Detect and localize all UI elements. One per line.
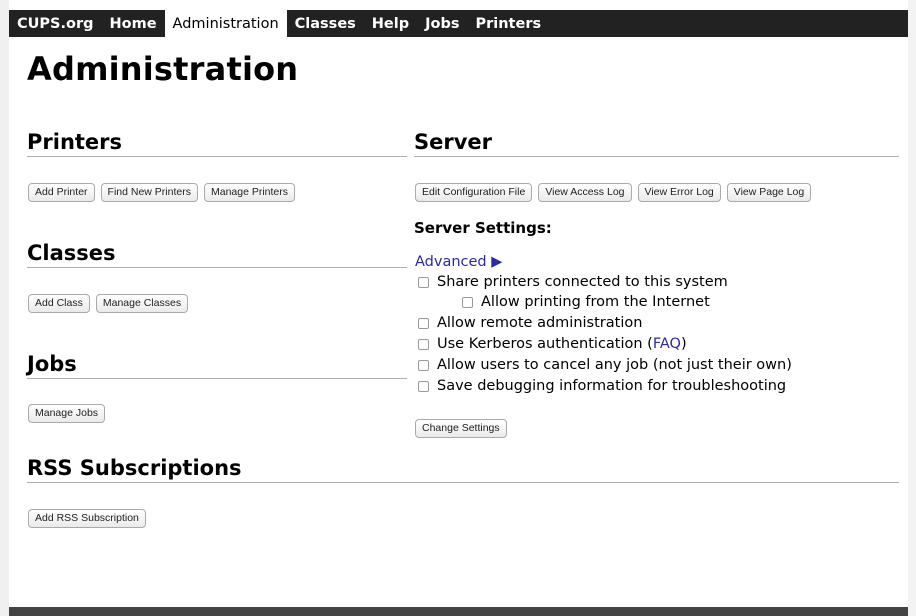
page-title: Administration xyxy=(27,50,299,88)
allow-internet-printing-checkbox[interactable] xyxy=(462,296,473,308)
change-settings-button[interactable]: Change Settings xyxy=(415,419,507,438)
window-right-edge xyxy=(908,0,916,616)
window-left-edge xyxy=(0,0,9,616)
kerberos-label: Use Kerberos authentication ( xyxy=(437,336,653,352)
add-class-button[interactable]: Add Class xyxy=(28,294,90,313)
faq-link[interactable]: FAQ xyxy=(653,336,681,352)
edit-configuration-file-button[interactable]: Edit Configuration File xyxy=(415,183,533,202)
nav-printers[interactable]: Printers xyxy=(467,10,549,37)
manage-jobs-button[interactable]: Manage Jobs xyxy=(28,404,106,423)
nav-home[interactable]: Home xyxy=(102,10,165,37)
debug-logging-label: Save debugging information for troublesh… xyxy=(437,378,787,394)
cancel-any-job-label: Allow users to cancel any job (not just … xyxy=(437,357,792,373)
bottom-bar xyxy=(9,607,908,616)
option-cancel-any-job: Allow users to cancel any job (not just … xyxy=(418,357,792,373)
view-access-log-button[interactable]: View Access Log xyxy=(538,183,632,202)
nav-cups-org[interactable]: CUPS.org xyxy=(9,10,102,37)
share-printers-checkbox[interactable] xyxy=(418,276,429,288)
top-nav-bar: CUPS.org Home Administration Classes Hel… xyxy=(9,10,908,37)
remote-admin-label: Allow remote administration xyxy=(437,315,643,331)
kerberos-checkbox[interactable] xyxy=(418,338,429,350)
manage-classes-button[interactable]: Manage Classes xyxy=(95,294,189,313)
view-page-log-button[interactable]: View Page Log xyxy=(726,183,812,202)
option-kerberos: Use Kerberos authentication (FAQ) xyxy=(418,336,687,352)
share-printers-label: Share printers connected to this system xyxy=(437,274,728,290)
find-new-printers-button[interactable]: Find New Printers xyxy=(100,183,198,202)
cancel-any-job-checkbox[interactable] xyxy=(418,359,429,371)
server-heading: Server xyxy=(414,130,899,157)
add-rss-subscription-button[interactable]: Add RSS Subscription xyxy=(28,509,146,528)
option-share-printers: Share printers connected to this system xyxy=(418,274,728,290)
rss-subscriptions-heading: RSS Subscriptions xyxy=(27,456,899,483)
option-remote-admin: Allow remote administration xyxy=(418,315,642,331)
add-printer-button[interactable]: Add Printer xyxy=(28,183,95,202)
nav-help[interactable]: Help xyxy=(364,10,417,37)
kerberos-label-suffix: ) xyxy=(680,336,687,352)
server-settings-label: Server Settings: xyxy=(414,219,552,237)
nav-administration[interactable]: Administration xyxy=(164,10,287,37)
debug-logging-checkbox[interactable] xyxy=(418,380,429,392)
manage-printers-button[interactable]: Manage Printers xyxy=(203,183,296,202)
remote-admin-checkbox[interactable] xyxy=(418,317,429,329)
advanced-toggle[interactable]: Advanced ▶ xyxy=(415,254,502,270)
nav-classes[interactable]: Classes xyxy=(287,10,364,37)
view-error-log-button[interactable]: View Error Log xyxy=(637,183,721,202)
printers-heading: Printers xyxy=(27,130,407,157)
jobs-heading: Jobs xyxy=(27,352,407,379)
classes-heading: Classes xyxy=(27,241,407,268)
option-allow-internet-printing: Allow printing from the Internet xyxy=(462,294,710,310)
option-debug-logging: Save debugging information for troublesh… xyxy=(418,378,786,394)
nav-jobs[interactable]: Jobs xyxy=(417,10,467,37)
allow-internet-printing-label: Allow printing from the Internet xyxy=(481,294,710,310)
